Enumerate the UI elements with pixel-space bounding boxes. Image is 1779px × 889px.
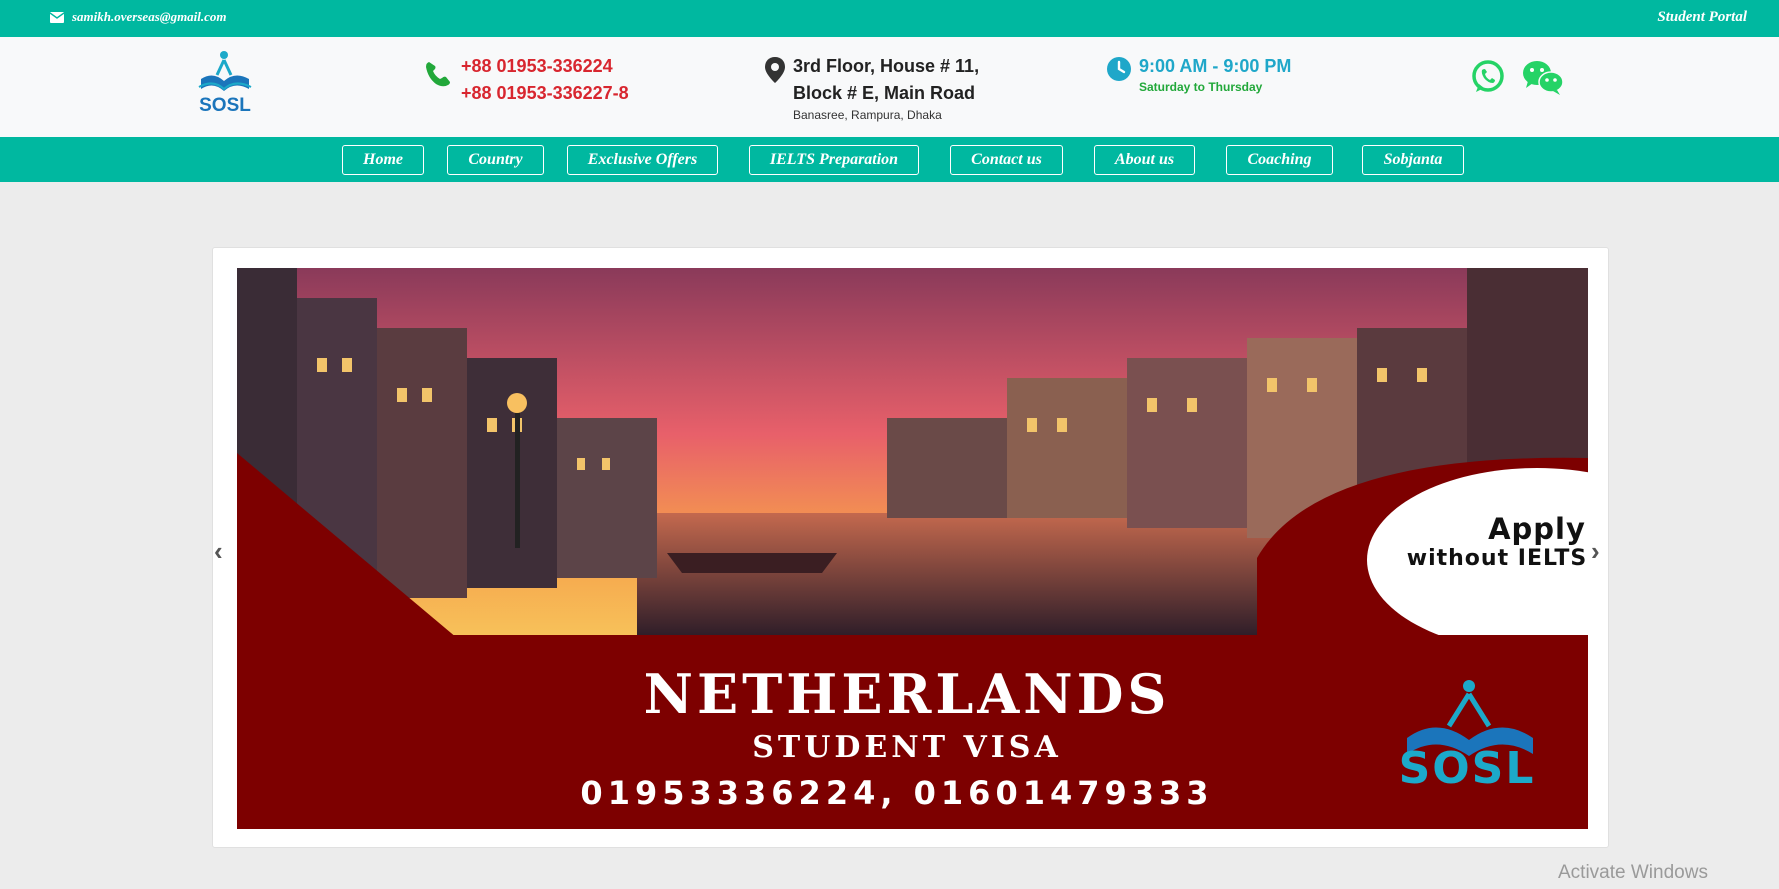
netherlands-banner[interactable]: Apply without IELTS NETHERLANDS STUDENT …	[237, 268, 1588, 829]
slide-subheadline: STUDENT VISA	[752, 730, 1062, 765]
student-portal-link[interactable]: Student Portal	[1657, 9, 1747, 26]
carousel-next-button[interactable]: ›	[1591, 536, 1600, 567]
phone-icon	[426, 62, 450, 87]
hours-contact: 9:00 AM - 9:00 PM Saturday to Thursday	[1107, 53, 1291, 94]
apply-badge-line-2: without IELTS	[1406, 546, 1588, 571]
map-pin-icon	[765, 57, 785, 83]
nav-contact-us[interactable]: Contact us	[950, 145, 1063, 175]
nav-home[interactable]: Home	[342, 145, 424, 175]
email-link[interactable]: samikh.overseas@gmail.com	[50, 9, 227, 25]
nav-coaching[interactable]: Coaching	[1226, 145, 1333, 175]
clock-icon	[1107, 57, 1131, 81]
nav-sobjanta[interactable]: Sobjanta	[1362, 145, 1464, 175]
email-text: samikh.overseas@gmail.com	[72, 9, 227, 24]
header: SOSL +88 01953-336224 +88 01953-336227-8…	[0, 37, 1779, 137]
nav-ielts-preparation[interactable]: IELTS Preparation	[749, 145, 919, 175]
address-line-3: Banasree, Rampura, Dhaka	[793, 108, 942, 122]
opening-days: Saturday to Thursday	[1139, 80, 1263, 94]
slide-phone-numbers: 01953336224, 01601479333	[580, 774, 1214, 812]
sosl-logo[interactable]: SOSL	[193, 49, 257, 115]
nav-exclusive-offers[interactable]: Exclusive Offers	[567, 145, 718, 175]
address-line-2: Block # E, Main Road	[793, 83, 976, 103]
svg-text:SOSL: SOSL	[199, 95, 251, 115]
nav-country[interactable]: Country	[447, 145, 544, 175]
slide-logo-text: SOSL	[1398, 743, 1536, 794]
slide-headline: NETHERLANDS	[643, 662, 1171, 726]
address-line-1: 3rd Floor, House # 11,	[793, 56, 980, 76]
activate-windows-watermark: Activate Windows	[1558, 862, 1708, 883]
phone-contact: +88 01953-336224 +88 01953-336227-8	[423, 53, 629, 107]
envelope-icon	[50, 11, 64, 23]
whatsapp-icon[interactable]	[1470, 59, 1506, 95]
top-bar: samikh.overseas@gmail.com Student Portal	[0, 0, 1779, 37]
carousel-prev-button[interactable]: ‹	[214, 536, 223, 567]
apply-badge-line-1: Apply	[1488, 512, 1586, 546]
nav-about-us[interactable]: About us	[1094, 145, 1195, 175]
phone-number-2[interactable]: +88 01953-336227-8	[461, 80, 629, 107]
phone-number-1[interactable]: +88 01953-336224	[461, 53, 629, 80]
wechat-icon[interactable]	[1522, 59, 1564, 97]
opening-hours: 9:00 AM - 9:00 PM	[1139, 56, 1292, 76]
main-nav: Home Country Exclusive Offers IELTS Prep…	[0, 137, 1779, 182]
address-contact: 3rd Floor, House # 11, Block # E, Main R…	[765, 53, 979, 123]
